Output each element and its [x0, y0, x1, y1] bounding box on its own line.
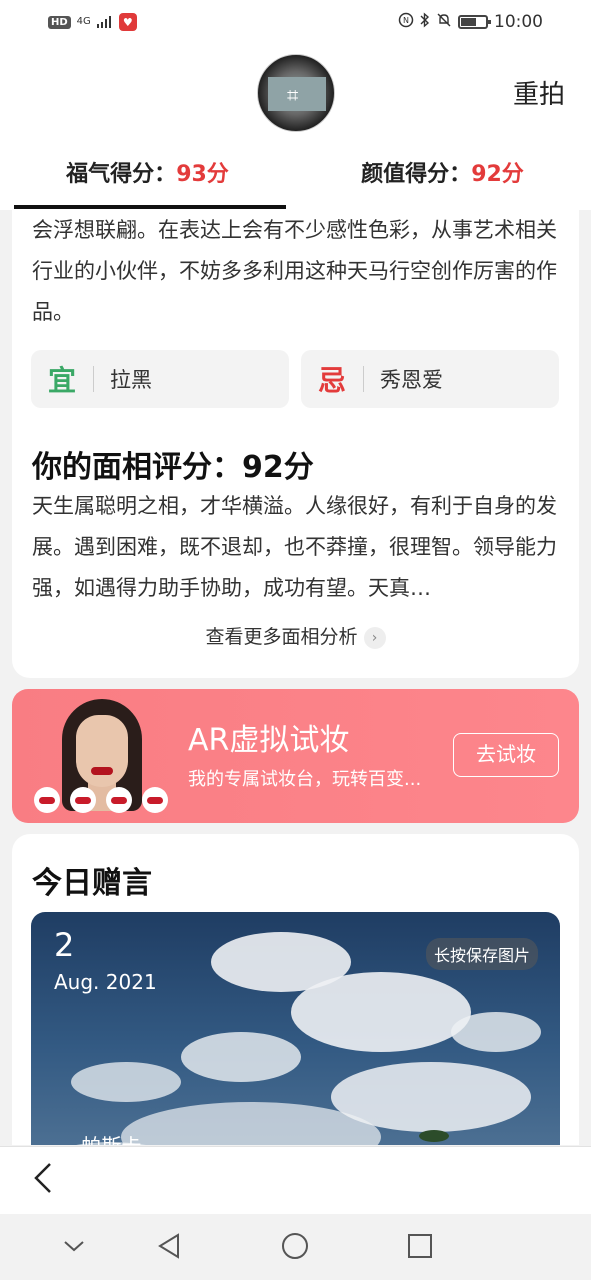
nfc-icon: N	[398, 12, 414, 32]
ar-banner-subtitle: 我的专属试妆台，玩转百变...	[188, 769, 422, 790]
lip-swatch-icon	[142, 787, 168, 813]
analysis-card: …………………………………………… 会浮想联翩。在表达上会有不少感性色彩，从事艺…	[12, 210, 579, 678]
tree-silhouette	[419, 1130, 449, 1142]
tab-fortune-value: 93分	[176, 162, 229, 187]
signal-icon	[96, 13, 113, 32]
tab-looks-value: 92分	[471, 162, 524, 187]
mute-bell-icon	[436, 12, 452, 32]
circle-home-icon	[282, 1233, 308, 1259]
good-symbol: 宜	[47, 364, 76, 397]
chevron-left-icon	[34, 1163, 51, 1193]
daily-quote-card: 今日赠言 2 Aug. 2021 长按保存图片 — 帕斯卡	[12, 834, 579, 1145]
quote-day: 2	[54, 926, 75, 964]
tab-fortune-score[interactable]: 福气得分：93分	[0, 146, 295, 210]
tab-looks-score[interactable]: 颜值得分：92分	[295, 146, 590, 210]
face-analysis-text: 天生属聪明之相，才华横溢。人缘很好，有利于自身的发展。遇到困难，既不退却，也不莽…	[32, 494, 557, 600]
status-right: N 10:00	[398, 12, 543, 32]
lipstick-swatches	[34, 787, 168, 813]
lip-swatch-icon	[70, 787, 96, 813]
ar-makeup-banner[interactable]: AR虚拟试妆 我的专属试妆台，玩转百变... 去试妆	[12, 689, 579, 823]
tab-fortune-label: 福气得分：	[66, 162, 177, 187]
bottom-toolbar	[0, 1146, 591, 1214]
bad-symbol: 忌	[317, 364, 346, 397]
lip-swatch-icon	[34, 787, 60, 813]
nav-back-button[interactable]	[153, 1230, 185, 1262]
chevron-down-icon	[64, 1241, 84, 1252]
square-recents-icon	[408, 1234, 432, 1258]
tab-looks-label: 颜值得分：	[361, 162, 472, 187]
crop-icon: ⌗	[287, 83, 299, 107]
more-analysis-link[interactable]: 查看更多面相分析 ›	[12, 622, 579, 649]
photo-avatar[interactable]: ⌗	[257, 54, 335, 132]
intro-text: 会浮想联翩。在表达上会有不少感性色彩，从事艺术相关行业的小伙伴，不妨多多利用这种…	[32, 218, 557, 324]
svg-text:N: N	[403, 16, 409, 25]
retake-button[interactable]: 重拍	[513, 74, 565, 111]
status-time: 10:00	[494, 12, 543, 32]
hd-badge: HD	[48, 15, 71, 29]
nav-recents-button[interactable]	[404, 1230, 436, 1262]
hide-nav-button[interactable]	[58, 1230, 90, 1262]
triangle-back-icon	[158, 1233, 179, 1259]
ar-banner-title: AR虚拟试妆	[188, 723, 350, 758]
intro-paragraph: …………………………………………… 会浮想联翩。在表达上会有不少感性色彩，从事艺…	[32, 210, 562, 333]
face-score-title: 你的面相评分：92分	[32, 450, 314, 485]
good-tag: 宜 拉黑	[31, 350, 289, 408]
bad-value: 秀恩爱	[380, 368, 443, 392]
status-left: HD 4G ♥	[48, 13, 137, 32]
lip-swatch-icon	[106, 787, 132, 813]
quote-author: — 帕斯卡	[55, 1130, 141, 1145]
chevron-right-icon: ›	[363, 626, 386, 649]
content-scroll[interactable]: …………………………………………… 会浮想联翩。在表达上会有不少感性色彩，从事艺…	[0, 210, 591, 1145]
save-image-hint: 长按保存图片	[425, 938, 538, 970]
nav-home-button[interactable]	[279, 1230, 311, 1262]
battery-icon	[458, 15, 491, 29]
network-label: 4G	[76, 16, 91, 27]
app-notification-icon: ♥	[118, 13, 137, 31]
tab-active-indicator	[14, 205, 286, 209]
status-bar: HD 4G ♥ N 10:00	[0, 0, 591, 44]
bad-tag: 忌 秀恩爱	[301, 350, 559, 408]
system-nav-bar	[0, 1214, 591, 1280]
daily-quote-title: 今日赠言	[32, 866, 152, 901]
good-bad-tags: 宜 拉黑 忌 秀恩爱	[31, 350, 559, 408]
more-analysis-label: 查看更多面相分析	[205, 626, 358, 648]
quote-month: Aug. 2021	[54, 970, 157, 994]
back-button[interactable]	[32, 1161, 54, 1204]
header: ⌗ 重拍	[0, 44, 591, 146]
try-makeup-button[interactable]: 去试妆	[453, 733, 559, 777]
bluetooth-icon	[420, 12, 430, 32]
good-value: 拉黑	[110, 368, 152, 392]
quote-sky-image[interactable]: 2 Aug. 2021 长按保存图片 — 帕斯卡	[31, 912, 560, 1145]
score-tabs: 福气得分：93分 颜值得分：92分	[0, 146, 591, 210]
